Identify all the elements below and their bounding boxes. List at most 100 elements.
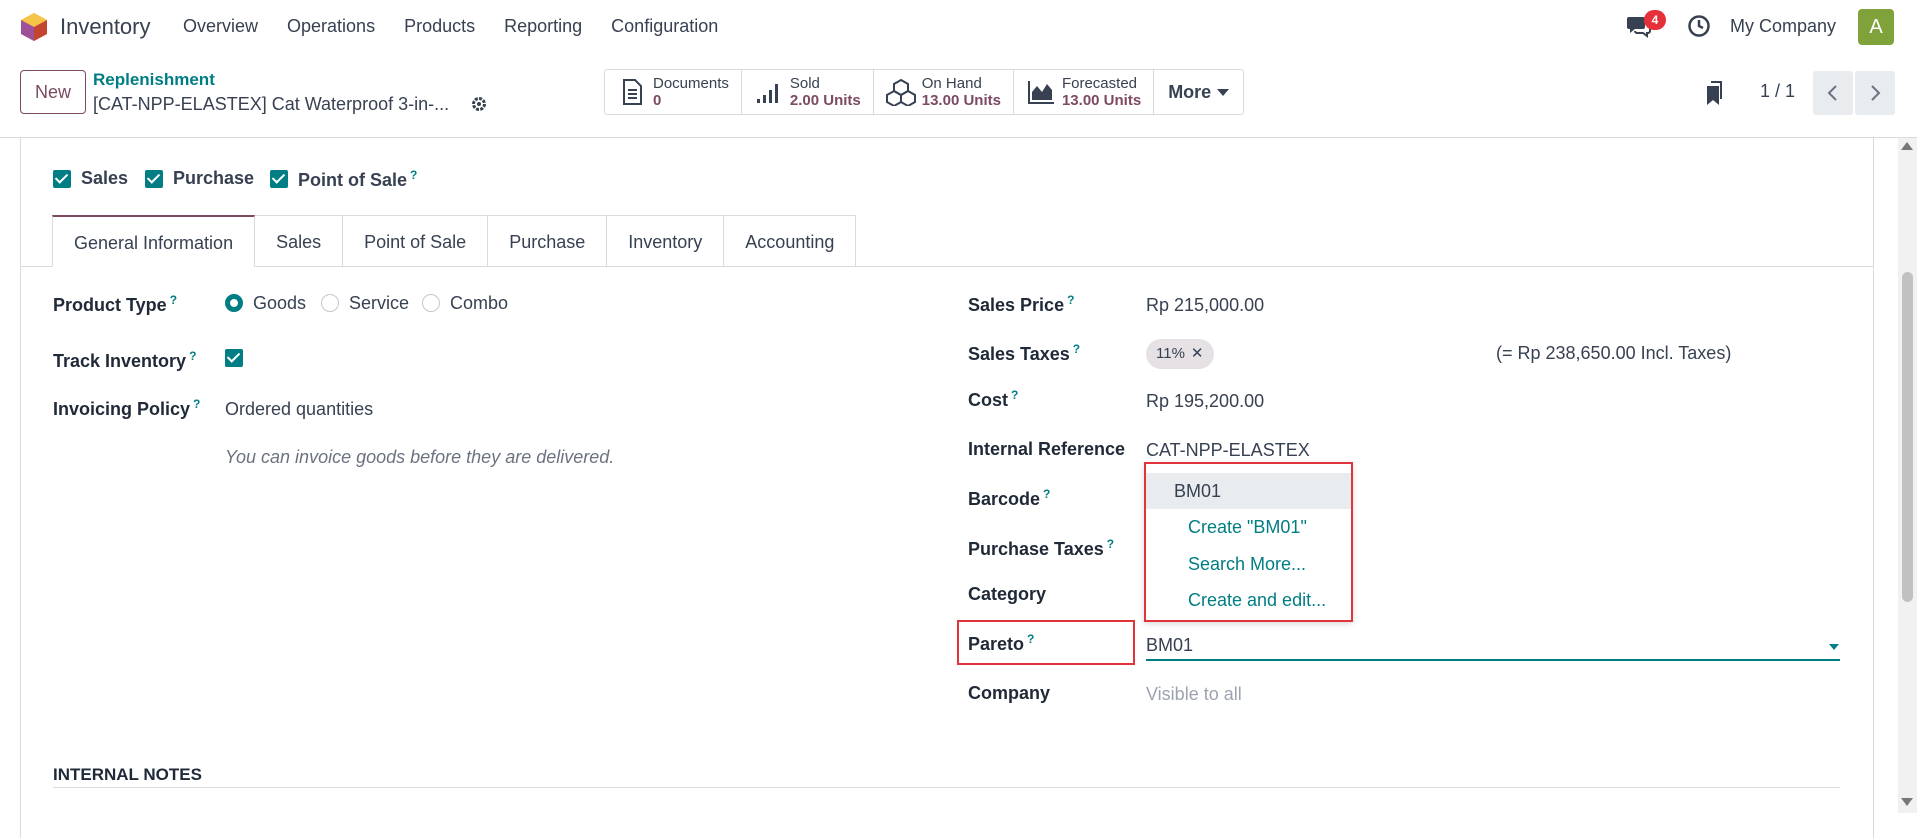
category-label: Category bbox=[968, 584, 1047, 604]
product-type-service-radio[interactable] bbox=[321, 294, 339, 312]
scroll-down-arrow[interactable] bbox=[1901, 798, 1913, 806]
product-type-goods-radio[interactable] bbox=[225, 294, 243, 312]
menu-overview[interactable]: Overview bbox=[183, 16, 258, 37]
menu-operations[interactable]: Operations bbox=[287, 16, 375, 37]
invoicing-policy-label: Invoicing Policy? bbox=[53, 397, 201, 419]
remove-tag-icon[interactable]: ✕ bbox=[1191, 345, 1204, 362]
gear-icon[interactable] bbox=[470, 95, 488, 113]
product-type-combo-label[interactable]: Combo bbox=[450, 293, 508, 314]
company-label: Company bbox=[968, 683, 1051, 703]
documents-label: Documents bbox=[653, 75, 729, 92]
pareto-autocomplete-dropdown: BM01 Create "BM01" Search More... Create… bbox=[1144, 462, 1353, 622]
caret-down-icon bbox=[1217, 88, 1230, 96]
notebook-tabs: General Information Sales Point of Sale … bbox=[52, 215, 857, 267]
pager-previous-button[interactable] bbox=[1813, 71, 1853, 115]
more-dropdown-button[interactable]: More bbox=[1154, 70, 1243, 114]
tab-accounting[interactable]: Accounting bbox=[724, 215, 857, 267]
sales-flag-label: Sales bbox=[81, 168, 129, 188]
internal-notes-divider bbox=[53, 787, 1840, 788]
new-button[interactable]: New bbox=[20, 70, 86, 114]
cost-input[interactable]: Rp 195,200.00 bbox=[1146, 391, 1264, 412]
scroll-up-arrow[interactable] bbox=[1901, 142, 1913, 150]
app-title[interactable]: Inventory bbox=[60, 14, 151, 40]
purchase-taxes-label: Purchase Taxes? bbox=[968, 537, 1115, 559]
cost-label: Cost? bbox=[968, 388, 1019, 410]
breadcrumb-replenishment[interactable]: Replenishment bbox=[93, 70, 215, 90]
dropdown-search-more-option[interactable]: Search More... bbox=[1146, 546, 1351, 582]
pos-checkbox[interactable] bbox=[270, 170, 288, 188]
sales-taxes-label: Sales Taxes? bbox=[968, 342, 1081, 364]
menu-configuration[interactable]: Configuration bbox=[611, 16, 718, 37]
dropdown-create-option[interactable]: Create "BM01" bbox=[1146, 509, 1351, 545]
product-type-combo-radio[interactable] bbox=[422, 294, 440, 312]
sold-smart-button[interactable]: Sold 2.00 Units bbox=[742, 70, 874, 114]
pareto-label: Pareto? bbox=[968, 632, 1035, 654]
on-hand-label: On Hand bbox=[921, 75, 982, 92]
purchase-checkbox[interactable] bbox=[145, 170, 163, 188]
forecasted-label: Forecasted bbox=[1061, 75, 1138, 92]
track-inventory-checkbox[interactable] bbox=[225, 349, 243, 367]
pager-value[interactable]: 1 / 1 bbox=[1760, 81, 1795, 102]
forecasted-value: 13.00 Units bbox=[1061, 92, 1142, 109]
pos-flag-label: Point of Sale? bbox=[298, 168, 418, 190]
tab-general-information[interactable]: General Information bbox=[52, 215, 256, 267]
pareto-input-underline bbox=[1146, 659, 1840, 661]
bar-chart-icon bbox=[756, 84, 778, 103]
caret-down-icon[interactable] bbox=[1829, 644, 1839, 650]
control-panel: New Replenishment [CAT-NPP-ELASTEX] Cat … bbox=[0, 54, 1917, 138]
internal-notes-title: INTERNAL NOTES bbox=[53, 765, 202, 784]
menu-products[interactable]: Products bbox=[404, 16, 475, 37]
tab-sales[interactable]: Sales bbox=[255, 215, 344, 267]
clock-icon[interactable] bbox=[1687, 14, 1711, 38]
pager-next-button[interactable] bbox=[1855, 71, 1895, 115]
dropdown-option-bm01[interactable]: BM01 bbox=[1146, 473, 1351, 509]
avatar[interactable]: A bbox=[1858, 9, 1894, 45]
sales-checkbox[interactable] bbox=[53, 170, 71, 188]
top-navbar: Inventory Overview Operations Products R… bbox=[0, 0, 1917, 54]
scroll-thumb[interactable] bbox=[1902, 272, 1913, 602]
company-input[interactable]: Visible to all bbox=[1146, 684, 1242, 705]
invoicing-policy-value[interactable]: Ordered quantities bbox=[225, 399, 373, 420]
on-hand-smart-button[interactable]: On Hand 13.00 Units bbox=[874, 70, 1014, 114]
on-hand-value: 13.00 Units bbox=[921, 92, 1001, 109]
pareto-input[interactable]: BM01 bbox=[1146, 635, 1193, 656]
help-tooltip-icon: ? bbox=[410, 168, 418, 182]
internal-reference-label: Internal Reference bbox=[968, 439, 1126, 459]
internal-reference-input[interactable]: CAT-NPP-ELASTEX bbox=[1146, 440, 1310, 461]
document-icon bbox=[623, 79, 642, 105]
track-inventory-label: Track Inventory? bbox=[53, 349, 197, 371]
sales-price-input[interactable]: Rp 215,000.00 bbox=[1146, 295, 1264, 316]
product-type-goods-label[interactable]: Goods bbox=[253, 293, 306, 314]
product-type-service-label[interactable]: Service bbox=[349, 293, 409, 314]
area-chart-icon bbox=[1027, 81, 1054, 104]
menu-reporting[interactable]: Reporting bbox=[504, 16, 582, 37]
dropdown-create-edit-option[interactable]: Create and edit... bbox=[1146, 582, 1351, 618]
app-logo-icon[interactable] bbox=[20, 12, 48, 42]
invoicing-policy-hint: You can invoice goods before they are de… bbox=[225, 447, 615, 467]
barcode-label: Barcode? bbox=[968, 487, 1051, 509]
bookmark-icon[interactable] bbox=[1703, 80, 1725, 106]
tab-inventory[interactable]: Inventory bbox=[607, 215, 725, 267]
purchase-flag-label: Purchase bbox=[173, 168, 255, 188]
tab-point-of-sale[interactable]: Point of Sale bbox=[343, 215, 489, 267]
chat-count-badge: 4 bbox=[1644, 10, 1666, 30]
forecasted-smart-button[interactable]: Forecasted 13.00 Units bbox=[1014, 70, 1155, 114]
sales-price-label: Sales Price? bbox=[968, 293, 1075, 315]
documents-smart-button[interactable]: Documents 0 bbox=[605, 70, 742, 114]
sales-tax-tag[interactable]: 11% ✕ bbox=[1146, 339, 1214, 369]
breadcrumb-current-record: [CAT-NPP-ELASTEX] Cat Waterproof 3-in-..… bbox=[93, 94, 450, 114]
company-switcher[interactable]: My Company bbox=[1730, 16, 1836, 37]
sold-label: Sold bbox=[789, 75, 820, 92]
sales-taxes-incl-text: (= Rp 238,650.00 Incl. Taxes) bbox=[1496, 343, 1732, 363]
more-label: More bbox=[1168, 81, 1212, 102]
chevron-left-icon bbox=[1827, 85, 1837, 101]
product-type-label: Product Type? bbox=[53, 293, 178, 315]
cubes-icon bbox=[885, 78, 916, 106]
main-menu: Overview Operations Products Reporting C… bbox=[183, 16, 747, 37]
vertical-scrollbar[interactable] bbox=[1898, 138, 1917, 813]
sold-value: 2.00 Units bbox=[789, 92, 861, 109]
tab-purchase[interactable]: Purchase bbox=[488, 215, 608, 267]
chevron-right-icon bbox=[1871, 85, 1881, 101]
documents-count: 0 bbox=[653, 92, 662, 109]
smart-buttons: Documents 0 Sold 2.00 Units On Hand 13.0… bbox=[604, 69, 1245, 115]
